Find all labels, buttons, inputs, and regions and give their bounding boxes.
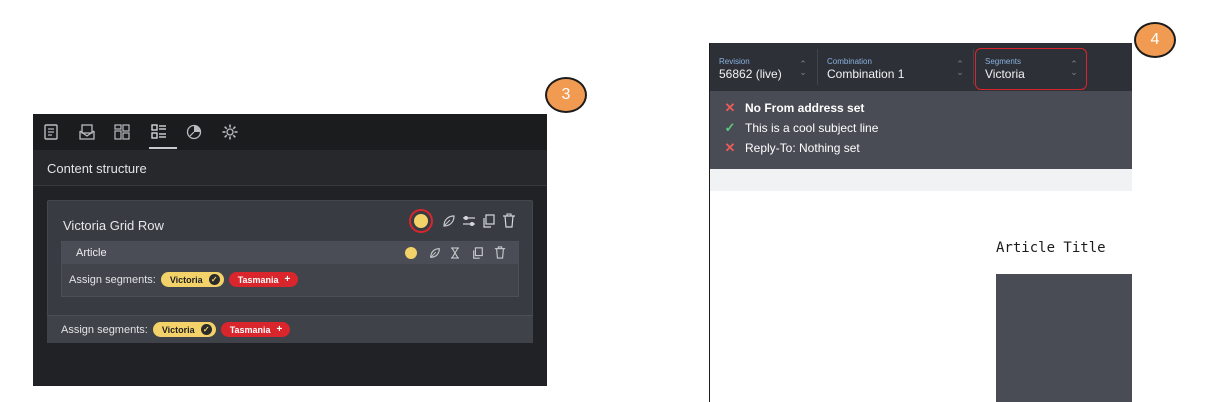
segment-chip-victoria[interactable]: Victoria ✓ [152, 322, 216, 337]
segment-chip-label: Tasmania [237, 274, 279, 285]
chevron-updown-icon: ⌃ ⌄ [799, 59, 807, 77]
combination-value: Combination 1 [827, 67, 905, 81]
combination-select[interactable]: Combination Combination 1 ⌃ ⌄ [818, 43, 972, 91]
check-icon: ✓ [200, 324, 212, 335]
segment-chip-tasmania[interactable]: Tasmania + [220, 322, 291, 337]
email-preview-panel: Revision 56862 (live) ⌃ ⌄ Combination Com… [709, 43, 1132, 402]
checkmark-icon: ✓ [724, 120, 736, 135]
segment-dot-icon[interactable] [414, 214, 428, 228]
article-block[interactable]: Article Assign segments: Victoria ✓ Tasm [61, 241, 519, 297]
leaf-icon[interactable] [429, 247, 441, 259]
check-reply-to: ✕ Reply-To: Nothing set [723, 140, 860, 156]
step-badge-3: 3 [545, 77, 587, 113]
segment-chip-label: Tasmania [229, 324, 271, 335]
step-badge-4: 4 [1134, 22, 1176, 58]
error-x-icon: ✕ [724, 140, 736, 155]
hourglass-icon[interactable] [449, 247, 461, 259]
segment-chip-label: Victoria [169, 274, 203, 285]
leaf-icon[interactable] [442, 214, 456, 228]
segments-highlight-outline [975, 48, 1087, 90]
check-icon: ✓ [208, 274, 220, 285]
revision-label: Revision [719, 57, 750, 66]
content-structure-icon[interactable] [150, 123, 168, 141]
segments-icon[interactable] [185, 123, 203, 141]
check-text: This is a cool subject line [745, 121, 879, 135]
preview-divider-strip [710, 169, 1132, 191]
assign-segments-label: Assign segments: [69, 273, 156, 286]
mail-icon[interactable] [78, 123, 96, 141]
revision-value: 56862 (live) [719, 67, 782, 81]
preview-article-title: Article Title [996, 240, 1106, 256]
segment-dot-icon[interactable] [405, 247, 417, 259]
sliders-icon[interactable] [462, 214, 476, 228]
row-assign-segments-bar: Assign segments: Victoria ✓ Tasmania + [47, 315, 533, 343]
error-x-icon: ✕ [724, 100, 736, 115]
chevron-updown-icon: ⌃ ⌄ [956, 59, 964, 77]
article-title: Article [76, 247, 107, 259]
section-header: Content structure [33, 150, 547, 186]
grid-row-title: Victoria Grid Row [63, 218, 164, 233]
segment-chip-label: Victoria [161, 324, 195, 335]
segment-chip-victoria[interactable]: Victoria ✓ [160, 272, 224, 287]
assign-segments-label: Assign segments: [61, 323, 148, 336]
article-header: Article [62, 242, 518, 264]
copy-icon[interactable] [472, 247, 484, 259]
plus-icon: + [284, 274, 291, 285]
revision-select[interactable]: Revision 56862 (live) ⌃ ⌄ [710, 43, 816, 91]
row-assign-segments: Assign segments: Victoria ✓ Tasmania + [61, 322, 295, 337]
trash-icon[interactable] [502, 213, 516, 228]
section-title: Content structure [47, 161, 147, 176]
plus-icon: + [276, 324, 283, 335]
document-icon[interactable] [42, 123, 60, 141]
settings-icon[interactable] [221, 123, 239, 141]
article-assign-segments: Assign segments: Victoria ✓ Tasmania + [69, 272, 303, 287]
copy-icon[interactable] [482, 214, 496, 228]
editor-toolbar [33, 114, 547, 150]
preflight-checks: ✕ No From address set ✓ This is a cool s… [710, 91, 1132, 169]
active-tab-indicator [149, 147, 177, 149]
check-text: Reply-To: Nothing set [745, 141, 860, 155]
divider [973, 49, 974, 85]
check-subject-line: ✓ This is a cool subject line [723, 120, 879, 136]
segment-chip-tasmania[interactable]: Tasmania + [228, 272, 299, 287]
preview-toolbar: Revision 56862 (live) ⌃ ⌄ Combination Com… [710, 43, 1132, 91]
check-from-address: ✕ No From address set [723, 100, 865, 116]
combination-label: Combination [827, 57, 872, 66]
preview-image-placeholder [996, 274, 1132, 402]
check-text: No From address set [745, 101, 865, 115]
trash-icon[interactable] [494, 246, 506, 259]
grid-layout-icon[interactable] [113, 123, 131, 141]
content-structure-panel: Content structure Victoria Grid Row Arti… [33, 114, 547, 386]
